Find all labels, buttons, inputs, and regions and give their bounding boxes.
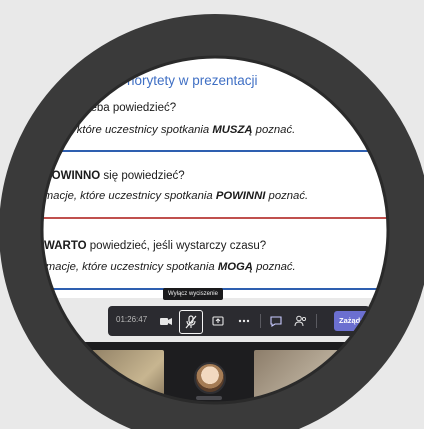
- call-timer: 01:26:47: [116, 315, 148, 324]
- section-answer: rmacje, które uczestnicy spotkania POWIN…: [40, 190, 308, 202]
- answer-keyword: MOGĄ: [217, 261, 253, 273]
- answer-keyword: MUSZĄ: [212, 124, 253, 136]
- section-divider: [0, 150, 424, 152]
- request-control-button[interactable]: Zażądaj k: [334, 311, 374, 331]
- answer-keyword: POWINNI: [215, 190, 266, 202]
- share-tray-button[interactable]: [208, 311, 228, 331]
- section-divider: [0, 217, 424, 219]
- answer-text-post: poznać.: [265, 190, 309, 202]
- question-keyword: POWINNO: [44, 170, 101, 182]
- screen: Priorytety w prezentacji CZNIE trzeba po…: [0, 0, 424, 429]
- presentation-slide: Priorytety w prezentacji CZNIE trzeba po…: [0, 38, 424, 298]
- camera-button[interactable]: [156, 311, 176, 331]
- question-keyword: WARTO: [44, 240, 87, 252]
- toolbar-separator: [260, 314, 261, 328]
- answer-text-pre: rmacje, które uczestnicy spotkania: [42, 261, 218, 273]
- camera-icon: [160, 317, 172, 326]
- meeting-toolbar: 01:26:47 Zażądaj k: [108, 306, 374, 336]
- more-actions-button[interactable]: [234, 311, 254, 331]
- mic-off-icon: [185, 315, 197, 329]
- participant-video-tile: [78, 350, 164, 420]
- slide-title: Priorytety w prezentacji: [118, 73, 258, 88]
- share-tray-icon: [212, 315, 224, 327]
- answer-text-pre: cje, które uczestnicy spotkania: [56, 124, 213, 136]
- question-text: powiedzieć, jeśli wystarczy czasu?: [86, 240, 267, 252]
- chat-button[interactable]: [266, 311, 286, 331]
- avatar: [194, 362, 226, 394]
- more-icon: [238, 319, 250, 323]
- participants-icon: [294, 315, 307, 327]
- participants-button[interactable]: [290, 311, 310, 331]
- participant-name-placeholder: [196, 396, 222, 400]
- answer-text-post: poznać.: [252, 124, 296, 136]
- section-answer: rmacje, które uczestnicy spotkania MOGĄ …: [42, 261, 296, 273]
- section-answer: cje, które uczestnicy spotkania MUSZĄ po…: [56, 124, 295, 136]
- section-question: POWINNO się powiedzieć?: [44, 170, 185, 182]
- answer-text-post: poznać.: [252, 261, 296, 273]
- unmute-tooltip: Wyłącz wyciszenie: [163, 288, 223, 300]
- question-keyword: CZNIE: [40, 102, 75, 114]
- unmute-button[interactable]: [179, 310, 203, 334]
- question-text: się powiedzieć?: [100, 170, 185, 182]
- question-text: trzeba powiedzieć?: [74, 102, 177, 114]
- chat-icon: [270, 315, 282, 327]
- section-question: WARTO powiedzieć, jeśli wystarczy czasu?: [44, 240, 266, 252]
- participants-strip: [0, 342, 424, 429]
- answer-text-pre: rmacje, które uczestnicy spotkania: [40, 190, 216, 202]
- toolbar-separator: [316, 314, 317, 328]
- participant-video-tile: [254, 350, 364, 420]
- section-question: CZNIE trzeba powiedzieć?: [40, 102, 176, 114]
